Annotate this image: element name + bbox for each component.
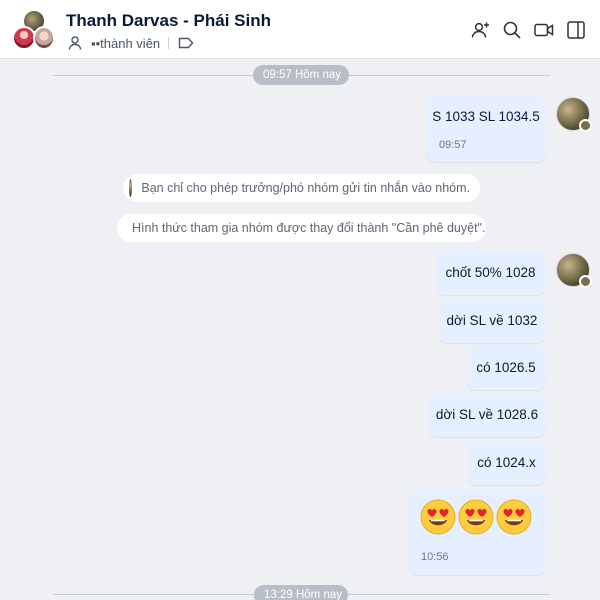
- time-divider-label: 09:57 Hôm nay: [253, 65, 349, 85]
- avatar-badge: [579, 119, 592, 132]
- message-bubble[interactable]: có 1024.x: [468, 441, 545, 485]
- message-time: 09:57: [439, 139, 467, 151]
- message-text: có 1024.x: [477, 455, 536, 470]
- message-bubble[interactable]: chốt 50% 1028: [436, 251, 545, 295]
- message-bubble[interactable]: S 1033 SL 1034.5 09:57: [427, 96, 545, 162]
- notice-text: Hình thức tham gia nhóm được thay đổi th…: [132, 221, 486, 235]
- video-call-icon[interactable]: [533, 19, 555, 41]
- notice-avatar: [129, 179, 133, 197]
- heart-eyes-emoji-icon: [458, 499, 494, 535]
- person-icon: [68, 36, 82, 50]
- message-text: dời SL về 1028.6: [435, 407, 539, 422]
- system-notice: Hình thức tham gia nhóm được thay đổi th…: [117, 214, 486, 242]
- message-bubble[interactable]: 10:56: [410, 489, 545, 575]
- group-info-line: ▪•thành viên: [67, 34, 194, 52]
- avatar-badge: [579, 275, 592, 288]
- message-text: dời SL về 1032: [446, 313, 538, 328]
- sender-avatar[interactable]: [556, 253, 592, 288]
- separator: [168, 37, 170, 49]
- heart-eyes-emoji-icon: [496, 499, 532, 535]
- add-member-icon[interactable]: [470, 19, 492, 41]
- message-bubble[interactable]: dời SL về 1028.6: [429, 393, 545, 437]
- search-icon[interactable]: [501, 19, 523, 41]
- chat-title[interactable]: Thanh Darvas - Phái Sinh: [66, 11, 271, 31]
- message-text: chốt 50% 1028: [445, 265, 536, 280]
- message-text: S 1033 SL 1034.5: [432, 109, 540, 124]
- side-panel-icon[interactable]: [565, 19, 587, 41]
- emoji-row: [420, 499, 532, 535]
- message-bubble[interactable]: có 1026.5: [467, 346, 545, 390]
- chat-header: Thanh Darvas - Phái Sinh ▪•thành viên: [0, 0, 600, 59]
- message-time: 10:56: [421, 551, 449, 563]
- heart-eyes-emoji-icon: [420, 499, 456, 535]
- group-avatar[interactable]: [12, 9, 56, 51]
- message-text: có 1026.5: [476, 360, 536, 375]
- sender-avatar[interactable]: [556, 97, 592, 132]
- member-count-label[interactable]: ▪•thành viên: [91, 36, 160, 51]
- tag-icon[interactable]: [178, 36, 194, 50]
- system-notice: Bạn chỉ cho phép trưởng/phó nhóm gửi tin…: [123, 174, 480, 202]
- message-bubble[interactable]: dời SL về 1032: [439, 299, 545, 343]
- time-divider-label: 13:29 Hôm nay: [254, 585, 348, 600]
- notice-text: Bạn chỉ cho phép trưởng/phó nhóm gửi tin…: [141, 181, 470, 195]
- group-member-avatar: [33, 26, 55, 50]
